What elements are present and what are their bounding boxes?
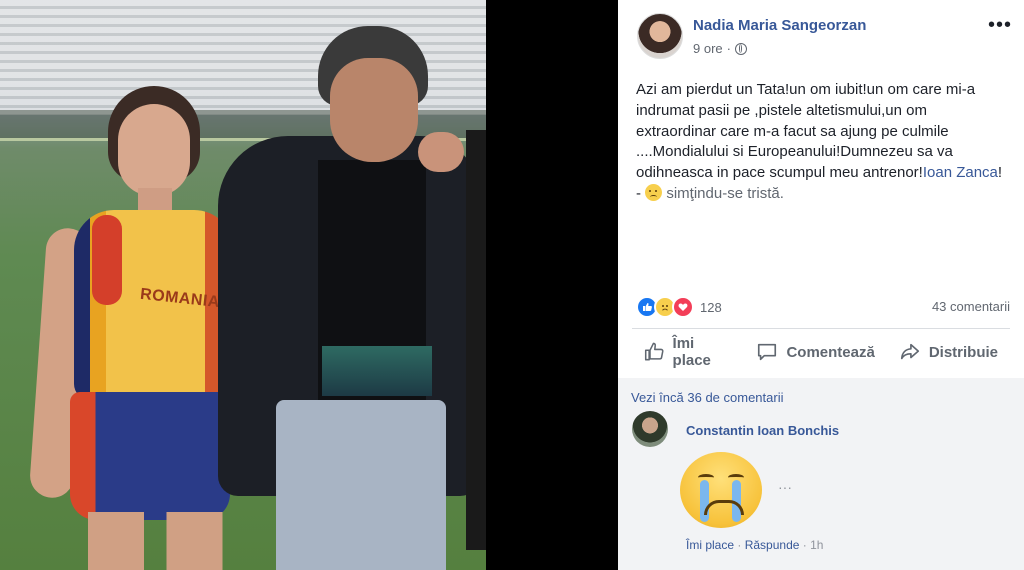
feeling-text[interactable]: simţindu-se tristă.	[666, 185, 784, 202]
view-more-comments-link[interactable]: Vezi încă 36 de comentarii	[631, 390, 783, 405]
comment-button[interactable]: Comentează	[744, 341, 886, 363]
meta-separator: ·	[726, 41, 731, 56]
comment-label: Comentează	[786, 343, 875, 361]
post-panel: Nadia Maria Sangeorzan 9 ore · ••• Azi a…	[618, 0, 1024, 570]
woman-face	[118, 104, 190, 196]
post-actions: Îmi place Comentează Distribuie	[632, 330, 1010, 374]
woman-shorts	[70, 392, 230, 520]
reaction-count: 128	[700, 299, 722, 315]
share-icon	[900, 343, 919, 360]
comment-options-icon[interactable]: ···	[778, 479, 792, 495]
like-button[interactable]: Îmi place	[632, 335, 744, 369]
comment-count[interactable]: 43 comentarii	[932, 299, 1010, 314]
emoji-mouth	[704, 500, 744, 515]
globe-icon[interactable]	[734, 42, 747, 55]
woman-legs	[88, 512, 228, 570]
crying-face-icon	[680, 452, 762, 528]
man-jeans	[276, 400, 446, 570]
hand-on-shoulder	[418, 132, 464, 172]
comment-time[interactable]: 1h	[810, 538, 823, 552]
divider	[632, 328, 1010, 329]
author-avatar[interactable]	[637, 13, 683, 59]
comment-like-link[interactable]: Îmi place	[686, 538, 734, 552]
separator: ·	[802, 538, 807, 552]
thumbs-up-icon	[644, 342, 664, 361]
like-label: Îmi place	[672, 335, 711, 369]
commenter-name[interactable]: Constantin Ioan Bonchis	[686, 423, 839, 438]
photo-letterbox	[486, 0, 618, 570]
emoji-tear	[700, 480, 709, 522]
love-reaction-icon	[672, 296, 694, 318]
commenter-avatar[interactable]	[632, 411, 668, 447]
man-face	[330, 58, 418, 162]
share-label: Distribuie	[928, 343, 998, 361]
comments-section: Vezi încă 36 de comentarii Constantin Io…	[618, 378, 1024, 570]
post-meta: 9 ore ·	[693, 41, 747, 56]
tagged-person-link[interactable]: Ioan Zanca	[923, 164, 998, 181]
comment-reply-link[interactable]: Răspunde	[745, 538, 800, 552]
share-button[interactable]: Distribuie	[887, 341, 1010, 363]
jersey-stripe	[92, 215, 122, 305]
reactions-summary[interactable]: 128	[636, 296, 722, 318]
sad-face-icon	[645, 183, 663, 201]
comment-icon	[758, 343, 777, 361]
post-photo[interactable]: ROMANIA	[0, 0, 486, 570]
post-text: Azi am pierdut un Tata!un om iubit!un om…	[636, 80, 1008, 205]
photo-edge-shadow	[466, 130, 486, 550]
more-options-icon[interactable]: •••	[988, 14, 1012, 37]
separator: ·	[737, 538, 742, 552]
post-time[interactable]: 9 ore	[693, 41, 723, 56]
author-name[interactable]: Nadia Maria Sangeorzan	[693, 17, 866, 34]
post-header: Nadia Maria Sangeorzan 9 ore · •••	[618, 0, 1024, 70]
comment-actions: Îmi place · Răspunde · 1h	[686, 538, 823, 552]
man-belt-bag	[322, 346, 432, 396]
